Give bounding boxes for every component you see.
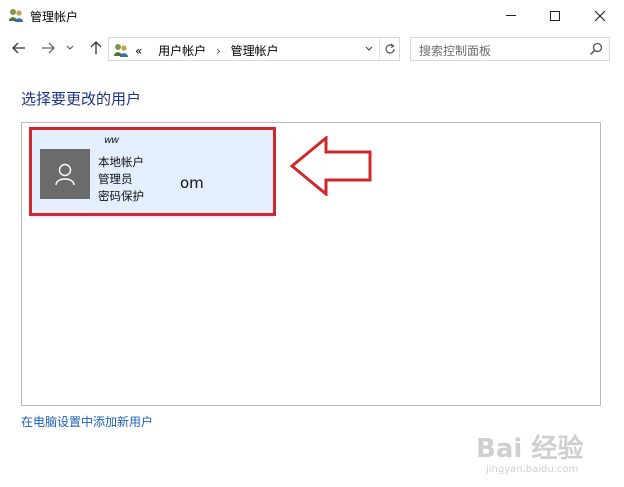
chevron-down-icon (66, 45, 74, 50)
back-button[interactable] (8, 36, 30, 60)
window-title: 管理帐户 (30, 10, 79, 24)
close-button[interactable] (577, 0, 623, 31)
users-icon (9, 9, 23, 22)
pointer-arrow-annotation (290, 136, 372, 196)
manage-accounts-window: 管理帐户 « 用户帐户 › 管理帐户 搜索控制面板 选择要更改的用户 ww 本地… (0, 0, 624, 487)
title-bar: 管理帐户 (0, 0, 624, 31)
address-dropdown-button[interactable] (359, 38, 379, 60)
breadcrumb-separator: › (216, 44, 221, 58)
address-bar[interactable]: « 用户帐户 › 管理帐户 (108, 37, 400, 61)
search-placeholder: 搜索控制面板 (419, 44, 492, 58)
chevron-down-icon (365, 46, 373, 51)
account-type: 本地帐户 (98, 155, 144, 169)
navigation-bar: « 用户帐户 › 管理帐户 搜索控制面板 (0, 34, 624, 62)
up-button[interactable] (85, 36, 107, 60)
page-heading: 选择要更改的用户 (21, 90, 142, 108)
arrow-left-icon (12, 42, 25, 54)
password-status: 密码保护 (98, 189, 144, 203)
breadcrumb-overflow[interactable]: « (135, 44, 142, 58)
add-new-user-link[interactable]: 在电脑设置中添加新用户 (21, 413, 153, 430)
user-email-fragment: om (180, 174, 204, 192)
close-icon (594, 10, 606, 21)
arrow-up-icon (90, 41, 102, 54)
forward-button[interactable] (37, 36, 59, 60)
maximize-button[interactable] (532, 0, 578, 31)
breadcrumb-user-accounts[interactable]: 用户帐户 (158, 44, 206, 58)
maximize-icon (550, 10, 560, 21)
user-icon (55, 163, 75, 186)
user-name: ww (104, 135, 119, 146)
recent-locations-button[interactable] (62, 36, 78, 60)
refresh-icon (384, 43, 395, 54)
breadcrumb: « 用户帐户 › 管理帐户 (135, 42, 279, 59)
baidu-watermark: Bai 经验 (476, 434, 584, 464)
arrow-right-icon (42, 42, 55, 54)
minimize-button[interactable] (488, 0, 534, 31)
avatar (40, 149, 90, 199)
minimize-icon (506, 15, 516, 16)
account-role: 管理员 (98, 172, 133, 186)
breadcrumb-manage-accounts[interactable]: 管理帐户 (231, 44, 279, 58)
user-account-tile[interactable]: ww 本地帐户 管理员 密码保护 om (30, 130, 274, 218)
refresh-button[interactable] (379, 38, 399, 60)
users-icon (114, 44, 128, 57)
search-icon (589, 42, 603, 56)
watermark-url: jingyan.baidu.com (486, 464, 579, 475)
search-box[interactable]: 搜索控制面板 (410, 37, 610, 61)
